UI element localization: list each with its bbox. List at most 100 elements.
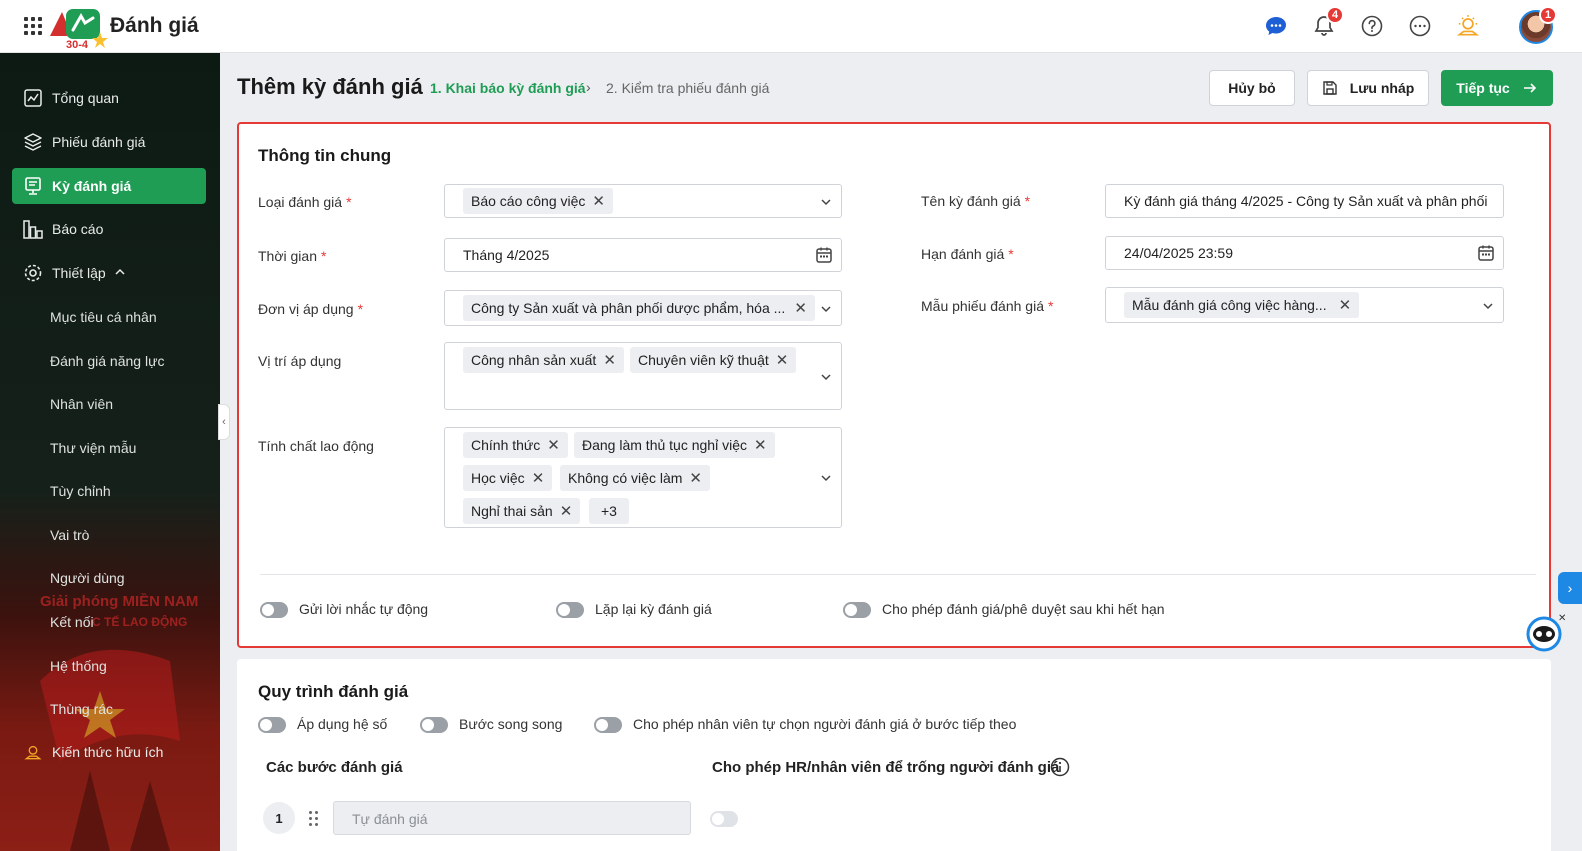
sidebar-item-label: Kỳ đánh giá: [52, 178, 132, 194]
sidebar-item-label: Tổng quan: [52, 90, 119, 106]
sidebar-sub-competency[interactable]: Đánh giá năng lực: [50, 353, 164, 369]
bar-chart-icon: [22, 218, 44, 240]
step-number: 1: [263, 802, 295, 834]
more-icon[interactable]: [1406, 12, 1434, 40]
selected-chip: Công ty Sản xuất và phân phối dược phẩm,…: [463, 295, 815, 321]
watermark-line-1: Giải phóng MIỀN NAM: [40, 593, 199, 610]
eval-type-label: Loại đánh giá *: [258, 194, 352, 210]
period-name-input[interactable]: Kỳ đánh giá tháng 4/2025 - Công ty Sản x…: [1105, 184, 1504, 218]
self-select-reviewer-label: Cho phép nhân viên tự chọn người đánh gi…: [633, 716, 1017, 732]
period-name-label: Tên kỳ đánh giá *: [921, 193, 1031, 209]
sidebar-item-settings[interactable]: Thiết lập: [12, 255, 206, 291]
help-icon[interactable]: [1358, 12, 1386, 40]
side-panel-toggle[interactable]: ›: [1558, 572, 1582, 604]
sidebar-sub-users[interactable]: Người dùng: [50, 570, 125, 586]
chevron-up-icon: [114, 265, 126, 281]
remove-chip-icon[interactable]: ✕: [603, 351, 616, 369]
eval-type-select[interactable]: Báo cáo công việc ✕: [444, 184, 842, 218]
allow-empty-reviewer-toggle[interactable]: [710, 811, 738, 827]
assistant-bot-icon[interactable]: ✕: [1524, 612, 1568, 652]
process-section: Quy trình đánh giá Áp dụng hệ số Bước so…: [237, 659, 1551, 851]
chevron-down-icon: [821, 306, 831, 313]
clipboard-icon: [22, 175, 44, 197]
chevron-down-icon: [1483, 303, 1493, 310]
bell-icon[interactable]: 4: [1310, 6, 1344, 40]
selected-chip: Báo cáo công việc ✕: [463, 188, 613, 214]
general-info-section: Thông tin chung Loại đánh giá * Báo cáo c…: [237, 122, 1551, 648]
app-title: Đánh giá: [110, 14, 199, 37]
position-select[interactable]: Công nhân sản xuất ✕ Chuyên viên kỹ thuật…: [444, 342, 842, 410]
drag-handle-icon[interactable]: [309, 811, 319, 827]
sidebar-sub-system[interactable]: Hệ thống: [50, 658, 107, 674]
svg-text:30-4: 30-4: [66, 39, 89, 50]
layers-icon: [22, 131, 44, 153]
chevron-down-icon: [821, 199, 831, 206]
remove-chip-icon[interactable]: ✕: [1339, 296, 1352, 314]
sidebar-sub-customize[interactable]: Tùy chỉnh: [50, 483, 111, 499]
sidebar-sub-employees[interactable]: Nhân viên: [50, 396, 113, 412]
sidebar-sub-trash[interactable]: Thùng rác: [50, 701, 113, 717]
top-header: 30-4 Đánh giá 4 1: [0, 0, 1582, 53]
remove-chip-icon[interactable]: ✕: [754, 436, 767, 454]
selected-chip: Công nhân sản xuất ✕: [463, 347, 624, 373]
remove-chip-icon[interactable]: ✕: [532, 469, 545, 487]
selected-chip: Học việc ✕: [463, 465, 553, 491]
deadline-picker[interactable]: 24/04/2025 23:59: [1105, 236, 1504, 270]
selected-chip: Nghỉ thai sản ✕: [463, 498, 581, 524]
auto-reminder-toggle[interactable]: [260, 602, 288, 618]
lightbulb-icon[interactable]: [1454, 12, 1482, 40]
remove-chip-icon[interactable]: ✕: [689, 469, 702, 487]
template-select[interactable]: Mẫu đánh giá công việc hàng... ✕: [1105, 287, 1504, 323]
user-avatar[interactable]: 1: [1519, 6, 1557, 44]
sidebar-item-label: Kiến thức hữu ích: [52, 744, 164, 760]
arrow-right-icon: [1522, 80, 1538, 96]
remove-chip-icon[interactable]: ✕: [776, 351, 789, 369]
sidebar-sub-personal-goals[interactable]: Mục tiêu cá nhân: [50, 309, 157, 325]
remove-chip-icon[interactable]: ✕: [560, 502, 573, 520]
selected-chip: Không có việc làm ✕: [560, 465, 710, 491]
sidebar-item-forms[interactable]: Phiếu đánh giá: [12, 124, 206, 160]
settings-icon: [22, 262, 44, 284]
allow-late-label: Cho phép đánh giá/phê duyệt sau khi hết …: [882, 601, 1165, 617]
sidebar-item-periods[interactable]: Kỳ đánh giá: [12, 168, 206, 204]
auto-reminder-label: Gửi lời nhắc tự động: [299, 601, 429, 617]
remove-chip-icon[interactable]: ✕: [547, 436, 560, 454]
time-picker[interactable]: Tháng 4/2025: [444, 238, 842, 272]
repeat-period-toggle[interactable]: [556, 602, 584, 618]
sidebar: Giải phóng MIỀN NAM C TẾ LAO ĐỘNG Tổng q…: [0, 53, 220, 851]
step-name-field: Tự đánh giá: [333, 801, 691, 835]
cancel-button[interactable]: Hủy bỏ: [1209, 70, 1295, 106]
remove-chip-icon[interactable]: ✕: [592, 192, 605, 210]
apply-coefficient-label: Áp dụng hệ số: [297, 716, 388, 732]
selected-chip: Chính thức ✕: [463, 432, 568, 458]
selected-chip: Đang làm thủ tục nghỉ việc ✕: [574, 432, 775, 458]
parallel-step-label: Bước song song: [459, 716, 563, 732]
sidebar-sub-connections[interactable]: Kết nối: [50, 614, 94, 630]
continue-button[interactable]: Tiếp tục: [1441, 70, 1553, 106]
chat-icon[interactable]: [1262, 12, 1290, 40]
divider: [260, 574, 1536, 575]
calendar-icon[interactable]: [815, 246, 833, 264]
watermark-line-2: C TẾ LAO ĐỘNG: [92, 615, 188, 629]
apply-coefficient-toggle[interactable]: [258, 717, 286, 733]
sidebar-sub-template-library[interactable]: Thư viện mẫu: [50, 440, 136, 456]
apps-grid-icon[interactable]: [24, 17, 42, 35]
sidebar-item-overview[interactable]: Tổng quan: [12, 80, 206, 116]
step-1-active[interactable]: 1. Khai báo kỳ đánh giá: [430, 80, 586, 96]
sidebar-sub-roles[interactable]: Vai trò: [50, 527, 89, 543]
calendar-icon[interactable]: [1477, 244, 1495, 262]
remove-chip-icon[interactable]: ✕: [794, 299, 807, 317]
more-chips-counter[interactable]: +3: [589, 498, 629, 524]
labor-select[interactable]: Chính thức ✕ Đang làm thủ tục nghỉ việc ✕ …: [444, 427, 842, 528]
sidebar-collapse-button[interactable]: ‹: [218, 404, 230, 440]
allow-late-toggle[interactable]: [843, 602, 871, 618]
unit-select[interactable]: Công ty Sản xuất và phân phối dược phẩm,…: [444, 290, 842, 326]
info-icon[interactable]: [1050, 757, 1070, 777]
parallel-step-toggle[interactable]: [420, 717, 448, 733]
sidebar-item-knowledge[interactable]: Kiến thức hữu ích: [12, 734, 206, 770]
position-label: Vị trí áp dụng: [258, 353, 342, 369]
sidebar-item-reports[interactable]: Báo cáo: [12, 211, 206, 247]
self-select-reviewer-toggle[interactable]: [594, 717, 622, 733]
step-2[interactable]: 2. Kiểm tra phiếu đánh giá: [606, 80, 769, 96]
save-draft-button[interactable]: Lưu nháp: [1307, 70, 1429, 106]
